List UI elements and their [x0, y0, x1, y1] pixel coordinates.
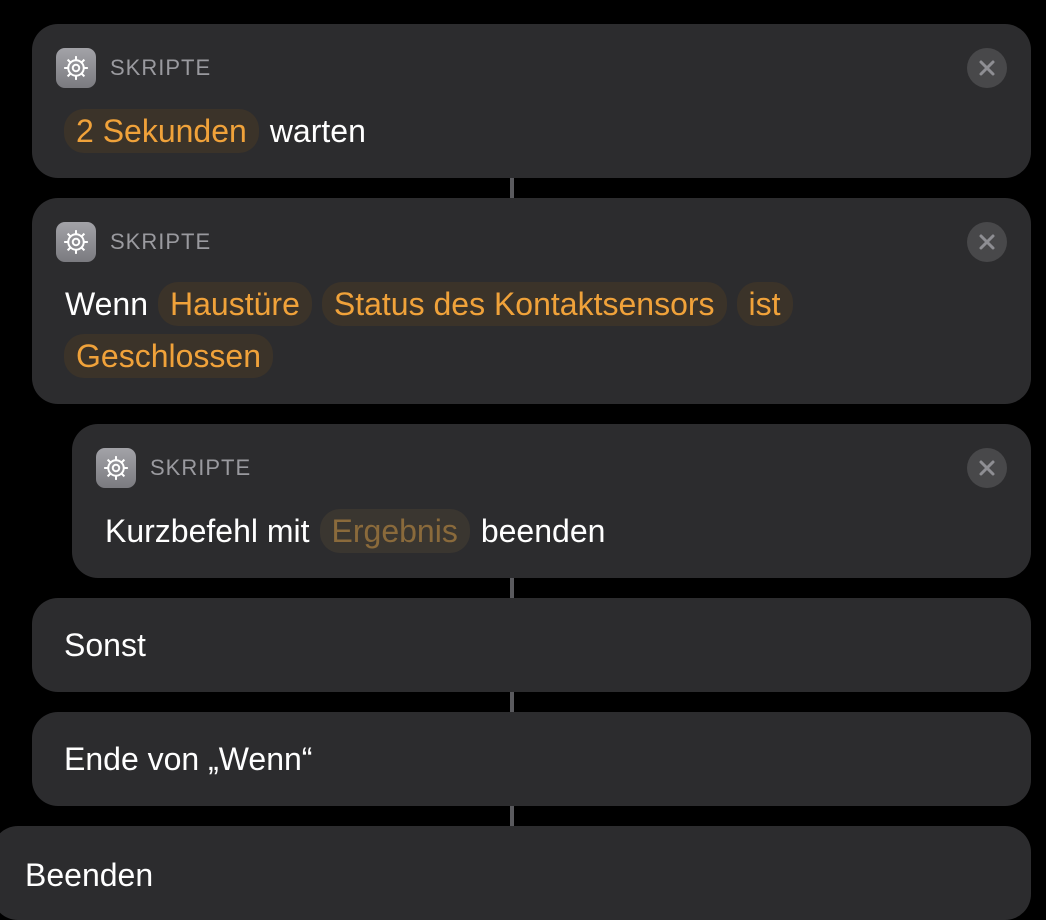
action-header: SKRIPTE [96, 448, 251, 488]
action-parameters: Kurzbefehl mit Ergebnis beenden [102, 505, 1001, 557]
close-icon [979, 460, 995, 476]
stop-shortcut-action-card[interactable]: SKRIPTE Kurzbefehl mit Ergebnis beenden [72, 424, 1031, 578]
action-parameters: 2 Sekunden warten [62, 105, 1001, 157]
close-button[interactable] [967, 448, 1007, 488]
close-icon [979, 60, 995, 76]
close-button[interactable] [967, 48, 1007, 88]
if-action-card[interactable]: SKRIPTE Wenn Haustüre Status des Kontakt… [32, 198, 1031, 404]
otherwise-label: Sonst [64, 626, 146, 663]
action-parameters: Wenn Haustüre Status des Kontaktsensors … [62, 278, 881, 382]
action-text: Wenn [65, 286, 149, 322]
action-category: SKRIPTE [110, 55, 212, 80]
end-if-block[interactable]: Ende von „Wenn“ [32, 712, 1031, 806]
flow-connector [510, 692, 514, 712]
characteristic-token[interactable]: Status des Kontaktsensors [321, 282, 727, 326]
action-text: warten [269, 113, 366, 149]
flow-connector [510, 578, 514, 598]
value-token[interactable]: Geschlossen [64, 334, 273, 378]
close-button[interactable] [967, 222, 1007, 262]
gear-icon [96, 448, 136, 488]
gear-icon [56, 48, 96, 88]
action-header: SKRIPTE [56, 48, 211, 88]
action-text: beenden [480, 513, 606, 549]
accessory-token[interactable]: Haustüre [158, 282, 312, 326]
duration-token[interactable]: 2 Sekunden [64, 109, 259, 153]
end-block[interactable]: Beenden [0, 826, 1031, 920]
wait-action-card[interactable]: SKRIPTE 2 Sekunden warten [32, 24, 1031, 178]
action-text: Kurzbefehl mit [105, 513, 310, 549]
action-category: SKRIPTE [150, 455, 252, 480]
condition-token[interactable]: ist [736, 282, 793, 326]
close-icon [979, 234, 995, 250]
otherwise-block[interactable]: Sonst [32, 598, 1031, 692]
flow-connector [510, 178, 514, 198]
action-category: SKRIPTE [110, 229, 212, 254]
flow-connector [510, 806, 514, 826]
end-if-label: Ende von „Wenn“ [64, 740, 313, 777]
result-placeholder-token[interactable]: Ergebnis [319, 509, 470, 553]
action-header: SKRIPTE [56, 222, 211, 262]
gear-icon [56, 222, 96, 262]
end-label: Beenden [25, 856, 154, 893]
